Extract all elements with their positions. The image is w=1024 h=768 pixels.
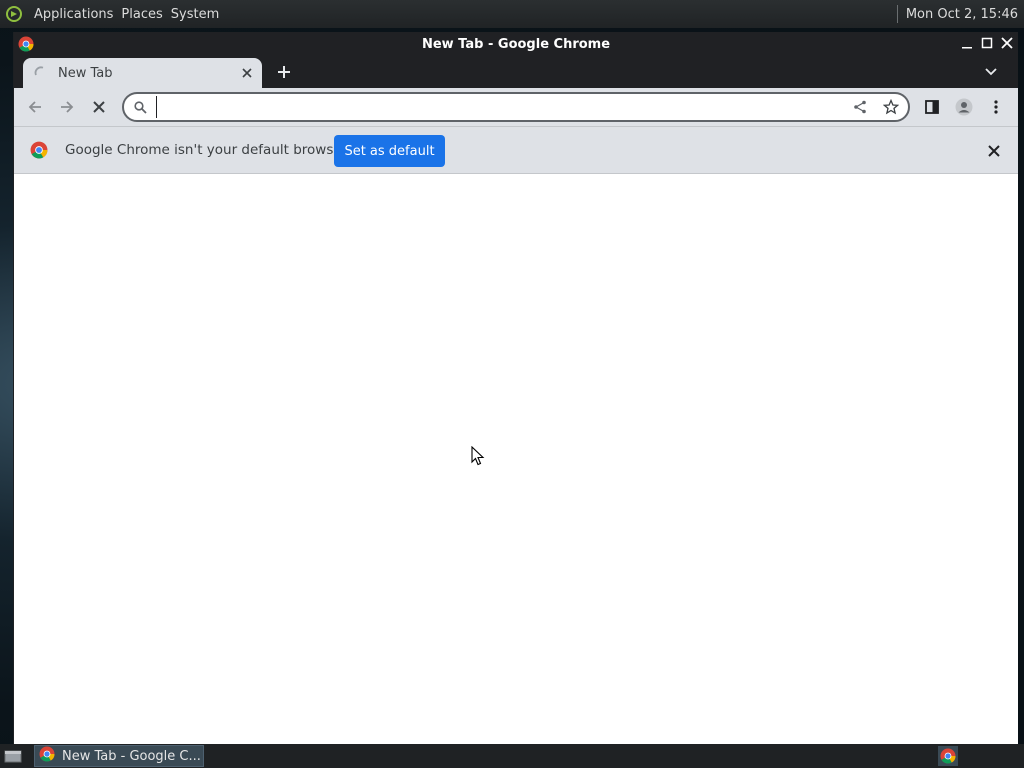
clock[interactable]: Mon Oct 2, 15:46 (906, 7, 1024, 22)
browser-toolbar (14, 88, 1018, 126)
chrome-icon (30, 141, 48, 163)
more-vert-icon[interactable] (986, 97, 1006, 117)
infobar-message: Google Chrome isn't your default browser (65, 142, 348, 158)
mouse-pointer-icon (471, 445, 485, 470)
bottom-taskbar: New Tab - Google C... (0, 744, 1024, 768)
search-icon (134, 100, 148, 114)
minimize-icon[interactable] (960, 35, 974, 51)
close-icon[interactable] (1000, 35, 1014, 51)
places-menu[interactable]: Places (117, 7, 166, 22)
os-logo-icon[interactable] (4, 4, 24, 24)
chrome-icon[interactable] (938, 746, 958, 766)
tab-title: New Tab (58, 65, 113, 81)
tab-new-tab[interactable]: New Tab (23, 58, 262, 88)
share-icon[interactable] (852, 99, 868, 115)
tab-close-icon[interactable] (240, 66, 254, 80)
page-content[interactable] (14, 174, 1018, 744)
chrome-icon (39, 746, 55, 766)
chevron-down-icon[interactable] (984, 65, 998, 79)
loading-spinner-icon (34, 66, 48, 80)
address-bar[interactable] (122, 92, 910, 122)
top-panel: Applications Places System Mon Oct 2, 15… (0, 0, 1024, 28)
tab-strip: New Tab (14, 56, 1018, 88)
system-menu[interactable]: System (167, 7, 223, 22)
stop-icon[interactable] (87, 95, 111, 119)
window-titlebar[interactable]: New Tab - Google Chrome (14, 32, 1018, 56)
panel-separator (896, 5, 898, 23)
set-as-default-button[interactable]: Set as default (334, 135, 445, 167)
taskbar-item-label: New Tab - Google C... (62, 748, 201, 764)
maximize-icon[interactable] (980, 35, 994, 51)
forward-arrow-icon[interactable] (55, 95, 79, 119)
close-icon[interactable] (986, 143, 1002, 159)
plus-icon[interactable] (275, 63, 293, 81)
omnibox-input[interactable] (156, 96, 836, 118)
default-browser-infobar: Google Chrome isn't your default browser… (14, 126, 1018, 174)
back-arrow-icon[interactable] (23, 95, 47, 119)
chrome-window: New Tab - Google Chrome New Tab Google C… (13, 32, 1018, 744)
window-title: New Tab - Google Chrome (421, 36, 611, 52)
applications-menu[interactable]: Applications (30, 7, 117, 22)
star-icon[interactable] (883, 99, 899, 115)
profile-icon[interactable] (954, 97, 974, 117)
taskbar-item-chrome[interactable]: New Tab - Google C... (34, 745, 204, 767)
side-panel-icon[interactable] (922, 97, 942, 117)
show-desktop-icon[interactable] (2, 746, 24, 766)
